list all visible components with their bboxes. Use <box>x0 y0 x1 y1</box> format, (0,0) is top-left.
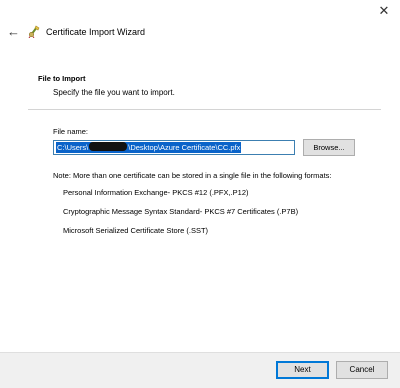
browse-button[interactable]: Browse... <box>303 139 355 156</box>
section-title: File to Import <box>38 74 86 83</box>
redacted-username <box>89 142 128 151</box>
format-item-sst: Microsoft Serialized Certificate Store (… <box>63 226 209 235</box>
file-name-selected-text: C:\Users\ \Desktop\Azure Certificate\CC.p… <box>56 142 242 153</box>
wizard-title: Certificate Import Wizard <box>46 27 146 37</box>
header-divider <box>28 109 381 110</box>
file-name-label: File name: <box>53 127 89 136</box>
wizard-footer: Next Cancel <box>0 352 400 388</box>
back-arrow-icon[interactable]: ← <box>7 25 21 39</box>
format-item-pfx: Personal Information Exchange- PKCS #12 … <box>63 188 249 197</box>
file-path-prefix: C:\Users\ <box>57 143 89 152</box>
cancel-button[interactable]: Cancel <box>336 361 388 379</box>
next-button[interactable]: Next <box>276 361 329 379</box>
note-text: Note: More than one certificate can be s… <box>53 171 332 180</box>
certificate-wizard-icon <box>28 24 42 39</box>
section-subtitle: Specify the file you want to import. <box>53 88 175 97</box>
format-item-p7b: Cryptographic Message Syntax Standard- P… <box>63 207 299 216</box>
close-icon[interactable]: ✕ <box>374 2 394 20</box>
file-name-input[interactable]: C:\Users\ \Desktop\Azure Certificate\CC.p… <box>53 140 295 155</box>
certificate-import-wizard-window: ✕ ← Certificate Import Wizard File to Im… <box>0 0 400 388</box>
file-path-suffix: \Desktop\Azure Certificate\CC.pfx <box>128 143 241 152</box>
